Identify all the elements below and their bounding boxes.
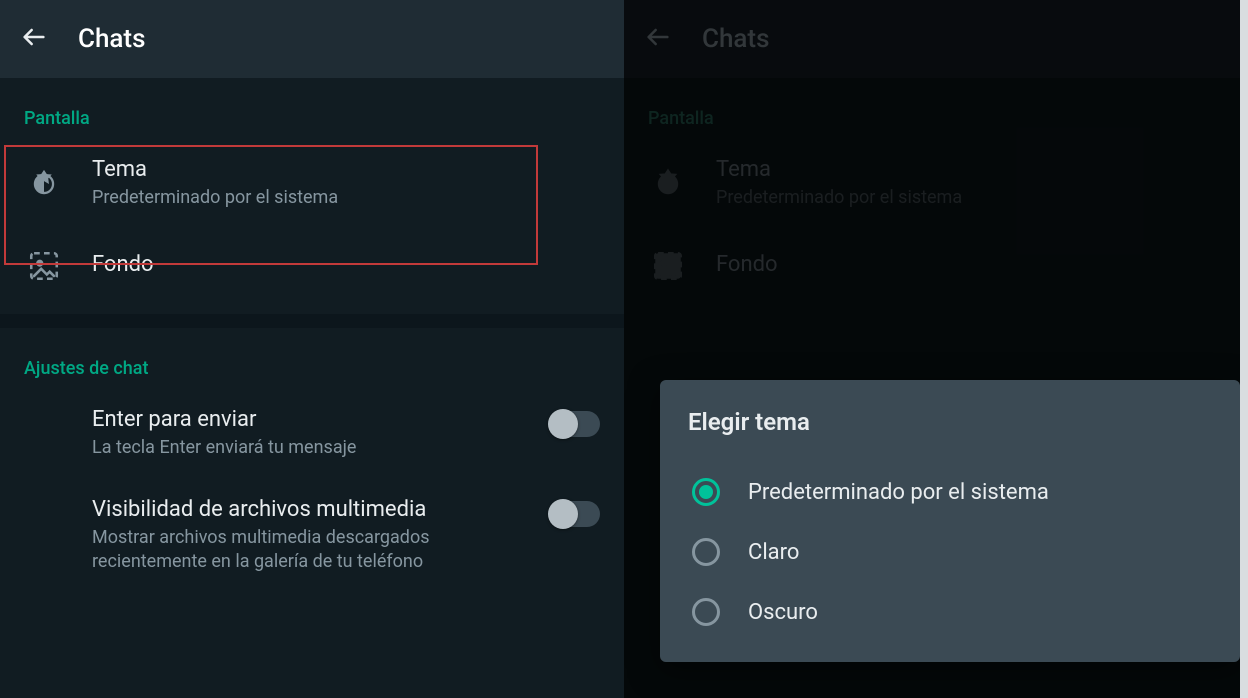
back-arrow-icon[interactable] — [644, 23, 672, 55]
media-sub: Mostrar archivos multimedia descargados … — [92, 526, 528, 575]
theme-option-system[interactable]: Predeterminado por el sistema — [688, 462, 1212, 522]
wallpaper-icon — [24, 246, 64, 286]
divider — [0, 314, 624, 328]
media-title: Visibilidad de archivos multimedia — [92, 497, 528, 522]
media-toggle[interactable] — [548, 501, 600, 527]
theme-subtitle: Predeterminado por el sistema — [92, 186, 600, 210]
theme-option-light[interactable]: Claro — [688, 522, 1212, 582]
wallpaper-title: Fondo — [716, 252, 1224, 277]
radio-icon — [692, 538, 720, 566]
header: Chats — [624, 0, 1248, 78]
theme-subtitle: Predeterminado por el sistema — [716, 186, 1224, 210]
option-label: Predeterminado por el sistema — [748, 480, 1049, 505]
theme-row[interactable]: Tema Predeterminado por el sistema — [0, 139, 624, 228]
theme-icon — [24, 164, 64, 204]
dialog-title: Elegir tema — [688, 408, 1212, 436]
theme-icon — [648, 164, 688, 204]
media-visibility-row[interactable]: Visibilidad de archivos multimedia Mostr… — [0, 479, 624, 593]
wallpaper-icon — [648, 246, 688, 286]
wallpaper-title: Fondo — [92, 252, 600, 277]
header: Chats — [0, 0, 624, 78]
wallpaper-row[interactable]: Fondo — [0, 228, 624, 304]
settings-panel-left: Chats Pantalla Tema Predeterminado por e… — [0, 0, 624, 698]
radio-icon — [692, 598, 720, 626]
option-label: Oscuro — [748, 600, 818, 625]
section-display-label: Pantalla — [624, 78, 1248, 139]
option-label: Claro — [748, 540, 799, 565]
enter-title: Enter para enviar — [92, 407, 528, 432]
theme-title: Tema — [716, 157, 1224, 182]
back-arrow-icon[interactable] — [20, 23, 48, 55]
theme-dialog: Elegir tema Predeterminado por el sistem… — [660, 380, 1240, 662]
theme-row: Tema Predeterminado por el sistema — [624, 139, 1248, 228]
radio-icon — [692, 478, 720, 506]
section-chat-label: Ajustes de chat — [0, 328, 624, 389]
section-display-label: Pantalla — [0, 78, 624, 139]
theme-title: Tema — [92, 157, 600, 182]
enter-to-send-row[interactable]: Enter para enviar La tecla Enter enviará… — [0, 389, 624, 478]
wallpaper-row: Fondo — [624, 228, 1248, 304]
enter-sub: La tecla Enter enviará tu mensaje — [92, 436, 528, 460]
enter-toggle[interactable] — [548, 411, 600, 437]
scrollbar[interactable] — [1240, 0, 1248, 698]
page-title: Chats — [702, 24, 769, 54]
theme-option-dark[interactable]: Oscuro — [688, 582, 1212, 642]
page-title: Chats — [78, 24, 145, 54]
settings-panel-right: Chats Pantalla Tema Predeterminado por e… — [624, 0, 1248, 698]
